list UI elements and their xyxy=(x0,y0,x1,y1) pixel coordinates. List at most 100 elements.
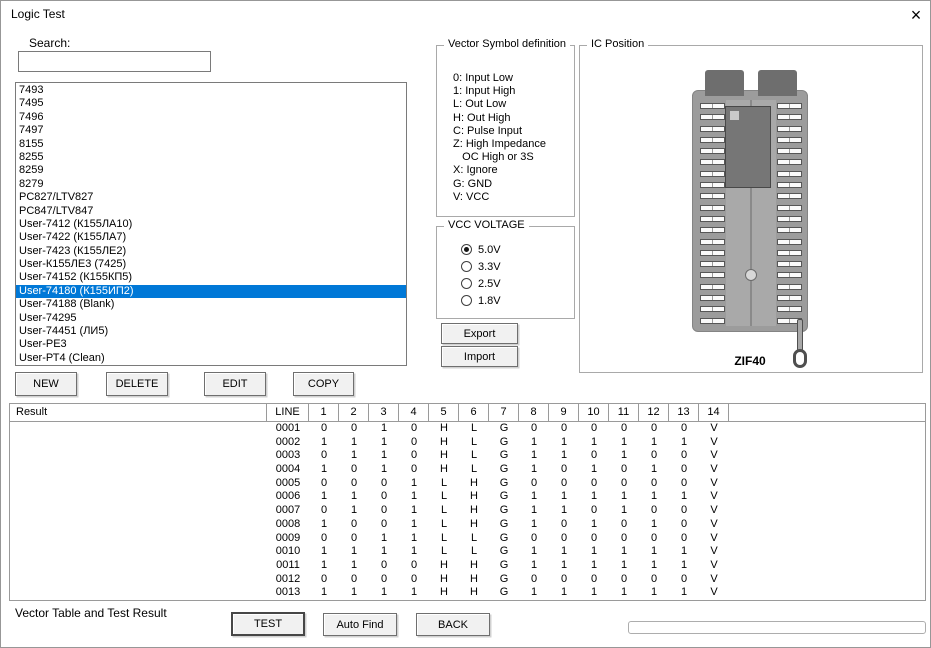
list-item[interactable]: User-К155ЛЕ3 (7425) xyxy=(16,258,406,271)
vector-cell: 0 xyxy=(339,477,369,491)
vcc-option-2v5[interactable]: 2.5V xyxy=(461,275,574,292)
search-input[interactable] xyxy=(18,51,211,72)
vector-cell: 0 xyxy=(579,532,609,546)
list-item[interactable]: 8279 xyxy=(16,178,406,191)
vector-cell: 0 xyxy=(339,532,369,546)
vcc-option-5v[interactable]: 5.0V xyxy=(461,241,574,258)
pin-header: 5 xyxy=(429,404,459,421)
pin-slot xyxy=(777,182,802,188)
list-item[interactable]: User-74188 (Blank) xyxy=(16,298,406,311)
vector-cell: 1 xyxy=(519,436,549,450)
close-icon[interactable]: × xyxy=(903,3,929,27)
vector-cell: 1 xyxy=(639,545,669,559)
vector-row[interactable]: 00090011LLG000000V xyxy=(10,532,925,546)
vector-row[interactable]: 00081001LHG101010V xyxy=(10,518,925,532)
vector-cell: 0 xyxy=(549,422,579,436)
group-title: VCC VOLTAGE xyxy=(444,219,529,231)
chip-list[interactable]: 74937495749674978155825582598279PC827/LT… xyxy=(15,82,407,366)
pin-slot xyxy=(777,103,802,109)
delete-button[interactable]: DELETE xyxy=(106,372,168,396)
vector-cell: 0 xyxy=(549,532,579,546)
vector-row[interactable]: 00101111LLG111111V xyxy=(10,545,925,559)
group-title: IC Position xyxy=(587,38,648,50)
list-item[interactable]: User-74295 xyxy=(16,312,406,325)
vector-row[interactable]: 00120000HHG000000V xyxy=(10,573,925,587)
vector-row[interactable]: 00010010HLG000000V xyxy=(10,422,925,436)
symbol-legend-list: 0: Input Low 1: Input High L: Out Low H:… xyxy=(437,46,574,204)
list-item[interactable]: 8259 xyxy=(16,164,406,177)
pin-header: 3 xyxy=(369,404,399,421)
test-button[interactable]: TEST xyxy=(231,612,305,636)
vector-cell: H xyxy=(429,559,459,573)
result-cell xyxy=(10,477,267,491)
list-item[interactable]: 8255 xyxy=(16,151,406,164)
vector-cell: V xyxy=(699,573,729,587)
list-item[interactable]: 8155 xyxy=(16,138,406,151)
list-item[interactable]: 7495 xyxy=(16,97,406,110)
vector-cell: 1 xyxy=(309,436,339,450)
pin-slot xyxy=(777,126,802,132)
vector-row[interactable]: 00041010HLG101010V xyxy=(10,463,925,477)
vector-row[interactable]: 00070101LHG110100V xyxy=(10,504,925,518)
vcc-option-3v3[interactable]: 3.3V xyxy=(461,258,574,275)
list-item[interactable]: User-РЕ3 xyxy=(16,338,406,351)
auto-find-button[interactable]: Auto Find xyxy=(323,613,397,636)
vector-cell: H xyxy=(459,573,489,587)
list-item[interactable]: User-74152 (К155КП5) xyxy=(16,271,406,284)
edit-button[interactable]: EDIT xyxy=(204,372,266,396)
list-item[interactable]: User-РТ4 (Clean) xyxy=(16,352,406,365)
list-item[interactable]: User-74180 (К155ИП2) xyxy=(16,285,406,298)
export-button[interactable]: Export xyxy=(441,323,518,344)
vector-row[interactable]: 00030110HLG110100V xyxy=(10,449,925,463)
list-item[interactable]: 7496 xyxy=(16,111,406,124)
list-item[interactable]: User-7423 (К155ЛЕ2) xyxy=(16,245,406,258)
list-item[interactable]: 7493 xyxy=(16,84,406,97)
vector-cell: 0 xyxy=(519,573,549,587)
vector-cell: 0 xyxy=(399,463,429,477)
vector-row[interactable]: 00021110HLG111111V xyxy=(10,436,925,450)
vector-row[interactable]: 00050001LHG000000V xyxy=(10,477,925,491)
pin-slot xyxy=(700,137,725,143)
vector-row[interactable]: 00111100HHG111111V xyxy=(10,559,925,573)
line-number: 0013 xyxy=(267,586,309,600)
list-item[interactable]: PC847/LTV847 xyxy=(16,205,406,218)
vector-cell: 1 xyxy=(369,449,399,463)
vector-cell: 1 xyxy=(579,559,609,573)
vector-cell: 0 xyxy=(399,573,429,587)
list-item[interactable]: User-7422 (К155ЛА7) xyxy=(16,231,406,244)
vector-row[interactable]: 00131111HHG111111V xyxy=(10,586,925,600)
copy-button[interactable]: COPY xyxy=(293,372,354,396)
vector-cell: 0 xyxy=(369,573,399,587)
vector-row[interactable]: 00061101LHG111111V xyxy=(10,490,925,504)
new-button[interactable]: NEW xyxy=(15,372,77,396)
pin-slot xyxy=(700,227,725,233)
vector-cell: 0 xyxy=(579,573,609,587)
vector-cell: L xyxy=(459,545,489,559)
result-cell xyxy=(10,518,267,532)
pin-slot xyxy=(777,171,802,177)
vector-cell: 0 xyxy=(669,449,699,463)
list-item[interactable]: User-74451 (ЛИ5) xyxy=(16,325,406,338)
symbol-line: 1: Input High xyxy=(453,85,574,98)
list-item[interactable]: 7497 xyxy=(16,124,406,137)
radio-label: 3.3V xyxy=(478,261,501,273)
symbol-line: Z: High Impedance xyxy=(453,138,574,151)
vcc-option-1v8[interactable]: 1.8V xyxy=(461,292,574,309)
pin-slot xyxy=(777,261,802,267)
import-button[interactable]: Import xyxy=(441,346,518,367)
vector-cell: G xyxy=(489,449,519,463)
list-item[interactable]: User-7412 (К155ЛА10) xyxy=(16,218,406,231)
vector-table[interactable]: Result LINE 1234567891011121314 00010010… xyxy=(9,403,926,601)
vector-cell: 1 xyxy=(639,436,669,450)
vector-cell: L xyxy=(429,518,459,532)
vector-cell: 0 xyxy=(549,477,579,491)
symbol-line: H: Out High xyxy=(453,112,574,125)
pin-slot xyxy=(700,205,725,211)
vector-cell: 0 xyxy=(579,477,609,491)
radio-icon xyxy=(461,261,472,272)
vector-cell: 1 xyxy=(519,490,549,504)
back-button[interactable]: BACK xyxy=(416,613,490,636)
list-item[interactable]: PC827/LTV827 xyxy=(16,191,406,204)
result-cell xyxy=(10,559,267,573)
vector-cell: 0 xyxy=(669,477,699,491)
